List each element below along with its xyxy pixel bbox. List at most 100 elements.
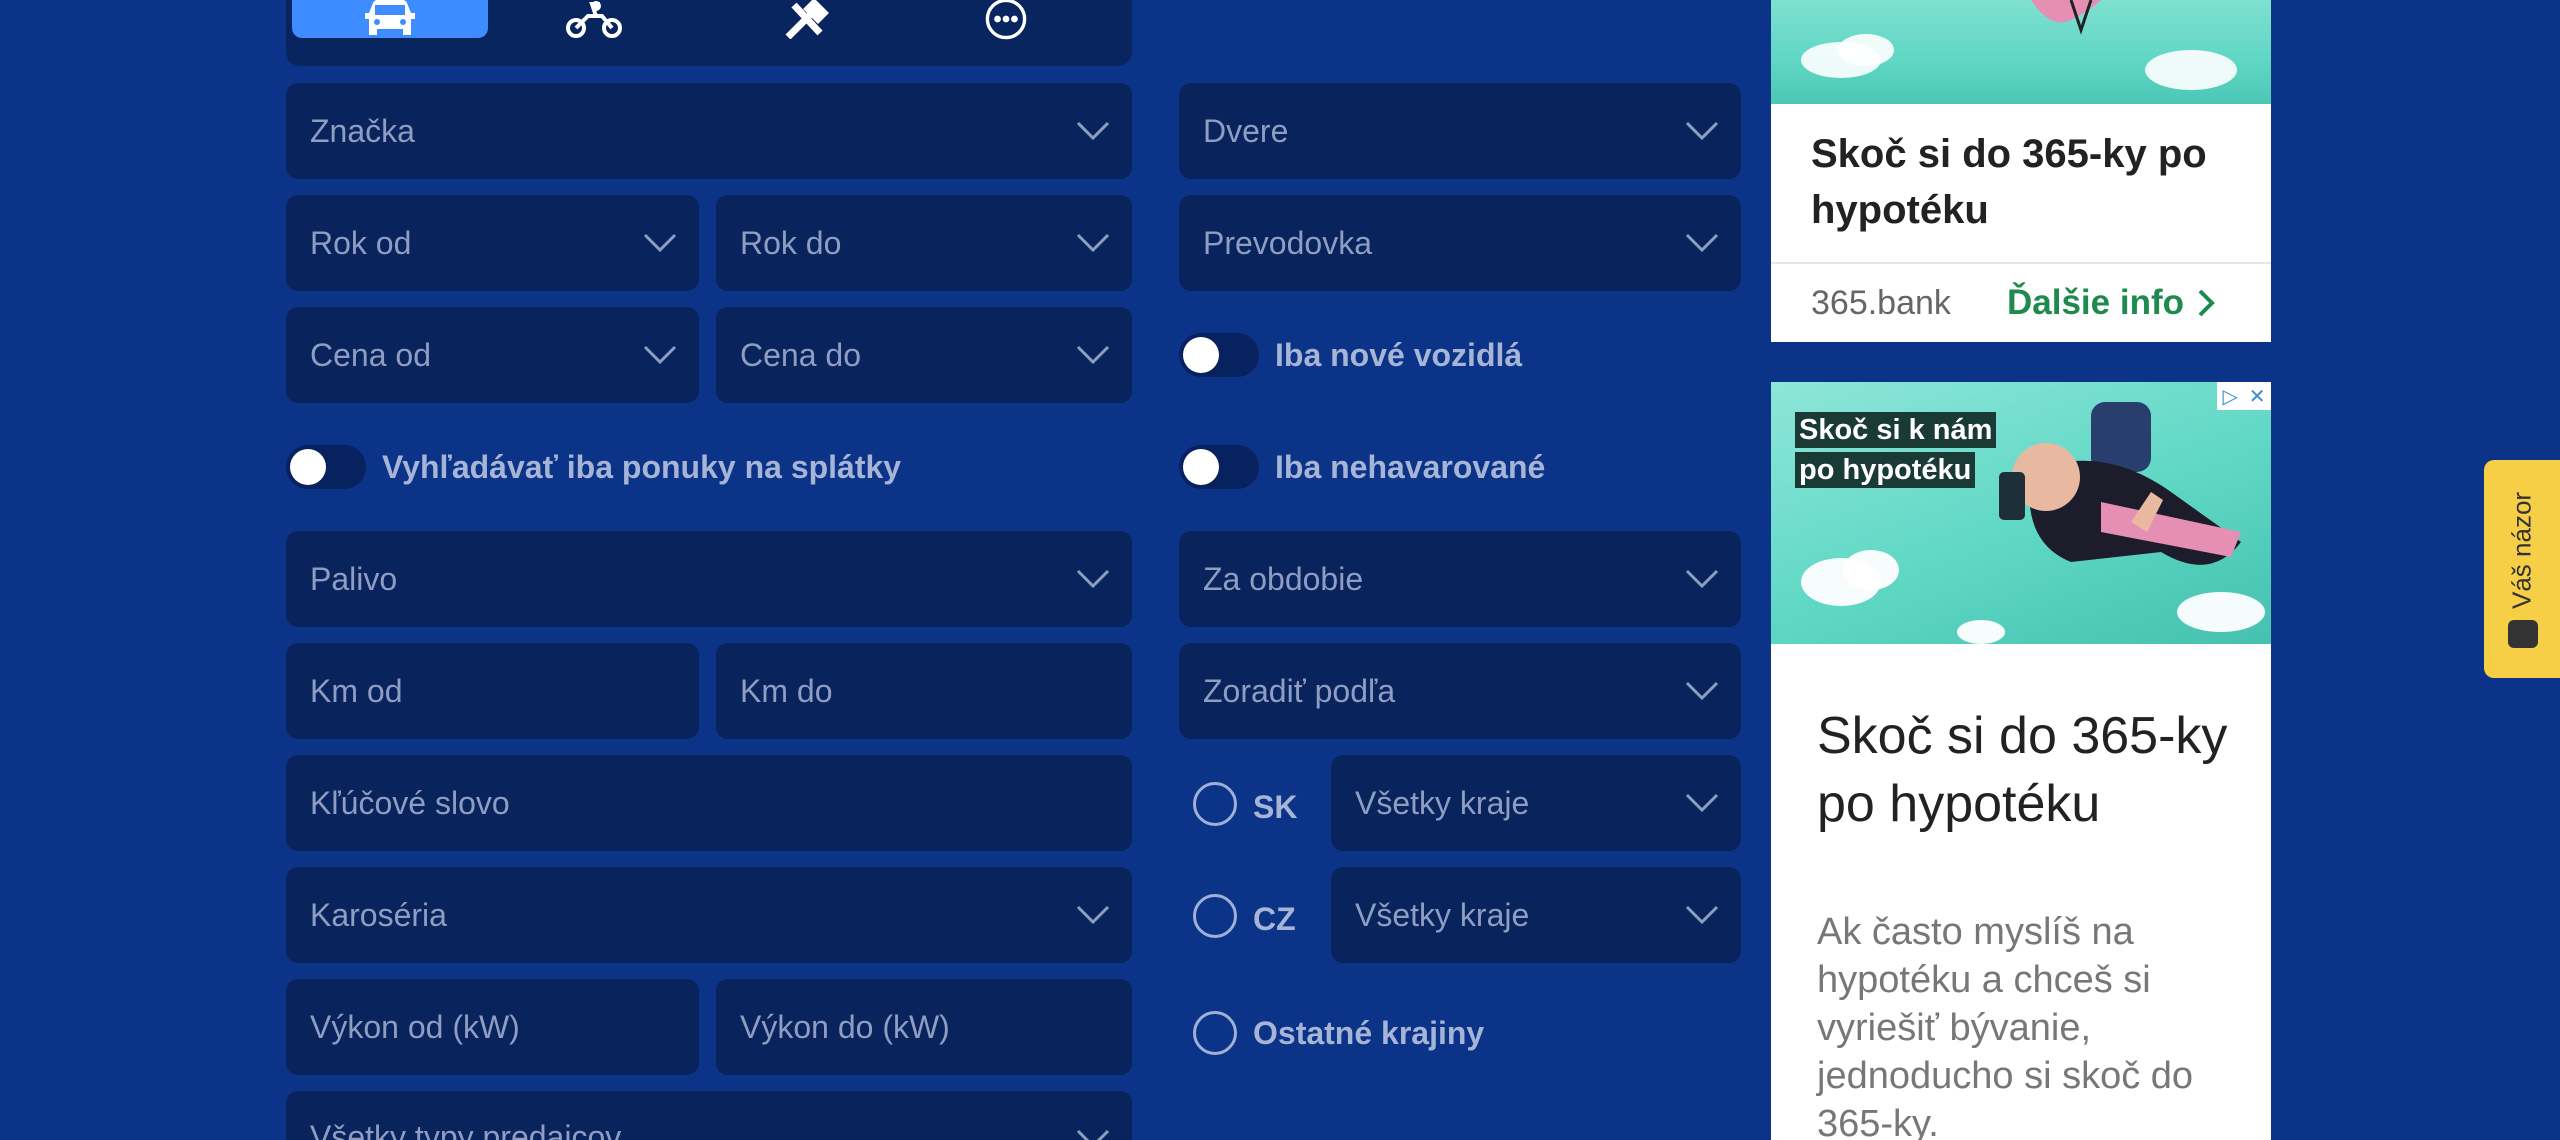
fuel-select-label: Palivo: [310, 560, 398, 597]
km-to-placeholder: Km do: [740, 672, 833, 709]
km-from-placeholder: Km od: [310, 672, 403, 709]
doors-select[interactable]: Dvere: [1179, 83, 1741, 179]
chevron-down-icon: [1076, 905, 1110, 925]
chevron-down-icon: [1685, 569, 1719, 589]
seller-type-label: Všetky typy predajcov: [310, 1119, 622, 1140]
tab-more[interactable]: [908, 0, 1104, 40]
fuel-select[interactable]: Palivo: [286, 531, 1132, 627]
feedback-label: Váš názor: [2506, 491, 2537, 609]
chevron-down-icon: [1685, 121, 1719, 141]
chevron-down-icon: [1076, 121, 1110, 141]
ad-caption-line2: po hypotéku: [1795, 452, 1976, 488]
power-to-placeholder: Výkon do (kW): [740, 1008, 950, 1045]
ad-footer: 365.bank Ďalšie info: [1771, 262, 2271, 342]
keyword-input[interactable]: Kľúčové slovo: [286, 755, 1132, 851]
ad-domain[interactable]: 365.bank: [1811, 284, 2007, 323]
price-from-select[interactable]: Cena od: [286, 307, 699, 403]
transmission-select[interactable]: Prevodovka: [1179, 195, 1741, 291]
price-to-select[interactable]: Cena do: [716, 307, 1132, 403]
radio-circle[interactable]: [1193, 893, 1237, 938]
radio-circle[interactable]: [1193, 781, 1237, 826]
ad-headline[interactable]: Skoč si do 365-ky po hypotéku: [1771, 644, 2271, 908]
toggle-switch[interactable]: [286, 445, 366, 489]
transmission-select-label: Prevodovka: [1203, 224, 1372, 261]
doors-select-label: Dvere: [1203, 112, 1289, 149]
chevron-down-icon: [1076, 569, 1110, 589]
motorcycle-icon: [566, 1, 622, 38]
chevron-down-icon: [1076, 345, 1110, 365]
undamaged-toggle[interactable]: Iba nehavarované: [1179, 445, 1545, 489]
body-type-select[interactable]: Karoséria: [286, 867, 1132, 963]
region-cz-label: Všetky kraje: [1355, 896, 1530, 933]
installments-toggle-label: Vyhľadávať iba ponuky na splátky: [382, 448, 902, 485]
undamaged-toggle-label: Iba nehavarované: [1275, 448, 1546, 485]
radio-cz[interactable]: CZ: [1193, 893, 1296, 938]
radio-other-countries-label: Ostatné krajiny: [1253, 1014, 1485, 1051]
ad-banner-top[interactable]: Skoč si do 365-ky po hypotéku 365.bank Ď…: [1771, 0, 2271, 342]
tab-car[interactable]: [292, 0, 488, 38]
year-from-label: Rok od: [310, 224, 412, 261]
feedback-icon: [2508, 620, 2538, 648]
radio-sk[interactable]: SK: [1193, 781, 1297, 826]
car-icon: [365, 0, 415, 35]
tab-motorcycle[interactable]: [496, 0, 692, 38]
seller-type-select[interactable]: Všetky typy predajcov: [286, 1091, 1132, 1140]
chevron-down-icon: [1685, 681, 1719, 701]
region-sk-label: Všetky kraje: [1355, 784, 1530, 821]
tools-icon: [785, 0, 829, 39]
feedback-tab[interactable]: Váš názor: [2484, 460, 2560, 678]
region-cz-select[interactable]: Všetky kraje: [1331, 867, 1741, 963]
ad-image: Skoč si k nám po hypotéku ▷ ✕: [1771, 382, 2271, 644]
price-to-label: Cena do: [740, 336, 861, 373]
price-from-label: Cena od: [310, 336, 431, 373]
keyword-placeholder: Kľúčové slovo: [310, 784, 510, 821]
brand-select[interactable]: Značka: [286, 83, 1132, 179]
installments-toggle[interactable]: Vyhľadávať iba ponuky na splátky: [286, 445, 901, 489]
close-icon[interactable]: ✕: [2249, 384, 2266, 409]
chevron-down-icon: [1685, 793, 1719, 813]
power-from-placeholder: Výkon od (kW): [310, 1008, 520, 1045]
chevron-down-icon: [643, 233, 677, 253]
ad-body: Ak často myslíš na hypotéku a chceš si v…: [1817, 911, 2194, 1140]
tab-tools[interactable]: [708, 0, 904, 39]
chevron-down-icon: [1685, 905, 1719, 925]
power-from-input[interactable]: Výkon od (kW): [286, 979, 699, 1075]
year-to-select[interactable]: Rok do: [716, 195, 1132, 291]
chevron-down-icon: [1076, 1129, 1110, 1140]
new-only-toggle-label: Iba nové vozidlá: [1275, 336, 1523, 373]
more-info-link[interactable]: Ďalšie info: [2007, 283, 2220, 323]
radio-circle[interactable]: [1193, 1011, 1237, 1055]
chevron-down-icon: [1685, 233, 1719, 253]
year-from-select[interactable]: Rok od: [286, 195, 699, 291]
period-select[interactable]: Za obdobie: [1179, 531, 1741, 627]
radio-other-countries[interactable]: Ostatné krajiny: [1193, 1011, 1484, 1055]
new-only-toggle[interactable]: Iba nové vozidlá: [1179, 333, 1522, 377]
chevron-down-icon: [643, 345, 677, 365]
brand-select-label: Značka: [310, 112, 415, 149]
chevron-right-icon: [2198, 289, 2215, 317]
more-info-label: Ďalšie info: [2007, 283, 2184, 322]
ad-caption-line1: Skoč si k nám: [1795, 412, 1997, 448]
power-to-input[interactable]: Výkon do (kW): [716, 979, 1132, 1075]
ad-image: [1771, 0, 2271, 104]
km-to-input[interactable]: Km do: [716, 643, 1132, 739]
body-type-label: Karoséria: [310, 896, 447, 933]
ad-title[interactable]: Skoč si do 365-ky po hypotéku: [1771, 104, 2271, 262]
period-select-label: Za obdobie: [1203, 560, 1364, 597]
ad-illustration: [1801, 0, 2237, 90]
radio-sk-label: SK: [1253, 789, 1298, 825]
more-icon: [985, 0, 1027, 40]
year-to-label: Rok do: [740, 224, 842, 261]
region-sk-select[interactable]: Všetky kraje: [1331, 755, 1741, 851]
chevron-down-icon: [1076, 233, 1110, 253]
sort-select[interactable]: Zoradiť podľa: [1179, 643, 1741, 739]
toggle-switch[interactable]: [1179, 445, 1259, 489]
vehicle-type-tabs: [286, 0, 1132, 66]
toggle-switch[interactable]: [1179, 333, 1259, 377]
ad-choices[interactable]: ▷ ✕: [2217, 382, 2271, 410]
radio-cz-label: CZ: [1253, 901, 1296, 937]
sort-select-label: Zoradiť podľa: [1203, 672, 1396, 709]
ad-banner-bottom[interactable]: Skoč si k nám po hypotéku ▷ ✕ Skoč si do…: [1771, 382, 2271, 1140]
km-from-input[interactable]: Km od: [286, 643, 699, 739]
ad-info-icon[interactable]: ▷: [2222, 384, 2237, 409]
